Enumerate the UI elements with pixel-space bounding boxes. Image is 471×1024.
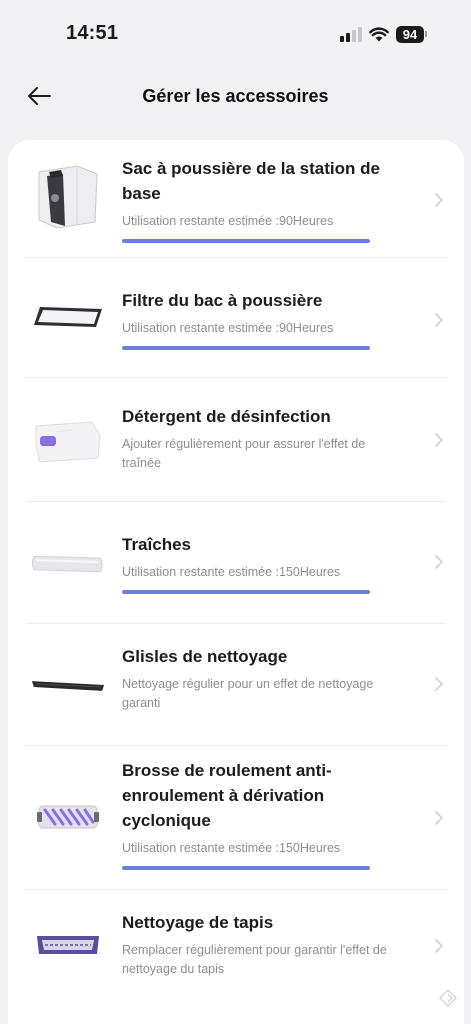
header: Gérer les accessoires — [0, 62, 471, 132]
accessory-title: Détergent de désinfection — [122, 407, 331, 426]
accessory-text: Filtre du bac à poussière Utilisation re… — [122, 288, 428, 350]
accessory-text: Nettoyage de tapis Remplacer régulièreme… — [122, 910, 428, 979]
accessories-list: Sac à poussière de la station de base Ut… — [8, 140, 464, 1024]
accessory-subtitle: Utilisation restante estimée :90Heures — [122, 321, 334, 335]
accessory-subtitle: Utilisation restante estimée :150Heures — [122, 841, 341, 855]
cleaning-blade-image — [30, 650, 106, 720]
battery-icon: 94 — [396, 25, 427, 43]
accessory-title: Glisles de nettoyage — [122, 647, 288, 666]
accessory-item-carpet-cleaning[interactable]: Nettoyage de tapis Remplacer régulièreme… — [8, 890, 464, 1006]
accessory-item-roller-brush[interactable]: Brosse de roulement anti- enroulement à … — [8, 746, 464, 890]
accessory-item-dust-bag[interactable]: Sac à poussière de la station de base Ut… — [8, 140, 464, 258]
accessory-text: Brosse de roulement anti- enroulement à … — [122, 758, 428, 870]
signal-icon — [340, 26, 362, 42]
accessory-subtitle: Nettoyage régulier pour un effet de nett… — [122, 677, 374, 710]
progress-bar — [122, 239, 370, 243]
accessory-item-detergent[interactable]: Détergent de désinfection Ajouter réguli… — [8, 378, 464, 502]
status-bar: 14:51 94 — [0, 0, 471, 62]
accessory-item-dust-bin-filter[interactable]: Filtre du bac à poussière Utilisation re… — [8, 258, 464, 378]
dust-bag-image — [30, 162, 106, 232]
wifi-icon — [369, 27, 389, 42]
accessory-title: Sac à poussière de la station de base — [122, 159, 380, 203]
roller-brush-image — [30, 782, 106, 852]
progress-bar — [122, 866, 370, 870]
accessory-title: Nettoyage de tapis — [122, 913, 274, 932]
progress-bar — [122, 590, 370, 594]
accessory-title: Traîches — [122, 535, 191, 554]
detergent-image — [30, 406, 106, 476]
chevron-right-icon — [434, 432, 444, 448]
chevron-right-icon — [434, 554, 444, 570]
mop-roller-image — [30, 528, 106, 598]
accessory-item-mop-roller[interactable]: Traîches Utilisation restante estimée :1… — [8, 502, 464, 624]
accessory-text: Détergent de désinfection Ajouter réguli… — [122, 404, 428, 473]
status-icons: 94 — [340, 24, 427, 44]
accessory-text: Glisles de nettoyage Nettoyage régulier … — [122, 644, 428, 713]
accessory-text: Sac à poussière de la station de base Ut… — [122, 156, 428, 243]
accessory-subtitle: Ajouter régulièrement pour assurer l'eff… — [122, 437, 366, 470]
page-title: Gérer les accessoires — [142, 86, 329, 106]
battery-level: 94 — [396, 25, 424, 43]
status-time: 14:51 — [66, 22, 119, 44]
progress-bar — [122, 346, 370, 350]
carpet-brush-image — [30, 910, 106, 980]
accessory-title: Filtre du bac à poussière — [122, 291, 323, 310]
chevron-right-icon — [434, 810, 444, 826]
accessory-text: Traîches Utilisation restante estimée :1… — [122, 532, 428, 594]
accessory-subtitle: Utilisation restante estimée :90Heures — [122, 214, 334, 228]
accessory-title: Brosse de roulement anti- enroulement à … — [122, 761, 332, 830]
watermark-icon — [438, 988, 458, 1012]
chevron-right-icon — [434, 938, 444, 954]
accessory-subtitle: Utilisation restante estimée :150Heures — [122, 565, 341, 579]
chevron-right-icon — [434, 312, 444, 328]
chevron-right-icon — [434, 676, 444, 692]
accessory-subtitle: Remplacer régulièrement pour garantir l'… — [122, 943, 387, 976]
filter-image — [30, 282, 106, 352]
chevron-right-icon — [434, 192, 444, 208]
accessory-item-cleaning-blade[interactable]: Glisles de nettoyage Nettoyage régulier … — [8, 624, 464, 746]
